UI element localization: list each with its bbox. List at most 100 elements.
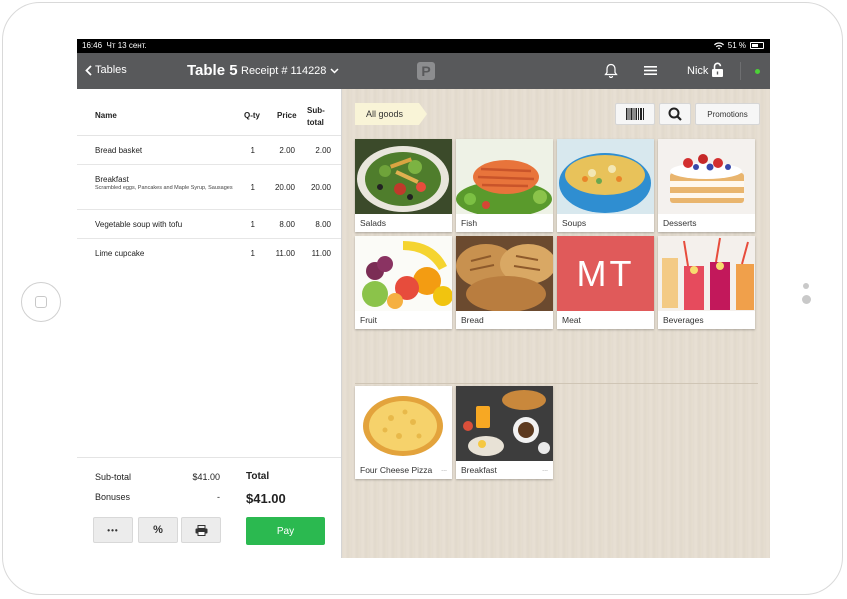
item-name: Breakfast — [95, 175, 129, 184]
discount-button[interactable]: % — [138, 517, 178, 543]
item-name: Vegetable soup with tofu — [95, 220, 182, 229]
salads-image — [355, 139, 452, 214]
category-label: Fruit — [360, 315, 377, 325]
product-more: ... — [441, 466, 447, 473]
barcode-scan-button[interactable] — [615, 103, 655, 125]
order-row[interactable]: Lime cupcake 1 11.00 11.00 — [77, 239, 341, 268]
back-to-tables-button[interactable]: Tables — [85, 64, 127, 76]
app-logo: P — [417, 62, 435, 80]
category-tile-salads[interactable]: Salads — [355, 139, 452, 232]
fish-image — [456, 139, 553, 214]
meat-initials: MT — [577, 253, 635, 295]
online-status-dot — [755, 69, 760, 74]
meat-placeholder: MT — [557, 236, 654, 311]
app-screen: 16:46 Чт 13 сент. 51 % Tables Table 5 Re… — [77, 39, 770, 558]
fruit-image — [355, 236, 452, 311]
more-options-button[interactable]: ••• — [93, 517, 133, 543]
soups-image — [557, 139, 654, 214]
menu-icon[interactable] — [644, 65, 657, 76]
desserts-image — [658, 139, 755, 214]
all-goods-breadcrumb[interactable]: All goods — [355, 103, 427, 125]
status-bar: 16:46 Чт 13 сент. 51 % — [77, 39, 770, 53]
category-label: Bread — [461, 315, 484, 325]
item-subtotal: 20.00 — [297, 183, 331, 192]
user-name[interactable]: Nick — [687, 65, 708, 77]
category-label: Beverages — [663, 315, 704, 325]
category-tile-fish[interactable]: Fish — [456, 139, 553, 232]
product-tile-breakfast[interactable]: Breakfast ... — [456, 386, 553, 479]
promotions-button[interactable]: Promotions — [695, 103, 760, 125]
battery-icon — [750, 42, 764, 49]
table-title: Table 5 — [187, 62, 238, 79]
chevron-down-icon — [330, 68, 339, 74]
item-qty: 1 — [235, 146, 255, 155]
sensor-dot — [802, 295, 811, 304]
subtotal-value: $41.00 — [180, 472, 220, 482]
item-description: Scrambled eggs, Pancakes and Maple Syrup… — [95, 185, 235, 192]
item-qty: 1 — [235, 220, 255, 229]
product-more: ... — [542, 466, 548, 473]
item-name: Lime cupcake — [95, 249, 144, 258]
top-nav-bar: Tables Table 5 Receipt # 114228 P Nick — [77, 53, 770, 89]
order-panel: Name Q-ty Price Sub-total Bread basket 1… — [77, 89, 342, 558]
item-subtotal: 8.00 — [297, 220, 331, 229]
more-icon: ••• — [107, 526, 118, 535]
category-label: Meat — [562, 315, 581, 325]
category-label: Salads — [360, 218, 386, 228]
catalog-panel: All goods Promotions Salads — [342, 89, 770, 558]
subtotal-label: Sub-total — [95, 472, 131, 482]
category-label: Fish — [461, 218, 477, 228]
status-date: Чт 13 сент. — [106, 41, 146, 50]
all-goods-label: All goods — [366, 109, 403, 119]
product-tile-four-cheese-pizza[interactable]: Four Cheese Pizza ... — [355, 386, 452, 479]
pay-button[interactable]: Pay — [246, 517, 325, 545]
breakfast-image — [456, 386, 553, 461]
percent-icon: % — [153, 524, 163, 536]
total-label: Total — [246, 471, 269, 482]
status-time: 16:46 — [82, 41, 102, 50]
barcode-icon — [626, 108, 644, 120]
battery-percent: 51 % — [728, 41, 746, 50]
search-button[interactable] — [659, 103, 691, 125]
home-button[interactable] — [21, 282, 61, 322]
item-subtotal: 2.00 — [297, 146, 331, 155]
pizza-image — [355, 386, 452, 461]
category-tile-desserts[interactable]: Desserts — [658, 139, 755, 232]
camera-dot — [803, 283, 809, 289]
product-label: Breakfast — [461, 465, 497, 475]
col-name-header: Name — [95, 111, 117, 120]
bread-image — [456, 236, 553, 311]
item-price: 11.00 — [259, 249, 295, 258]
category-tile-beverages[interactable]: Beverages — [658, 236, 755, 329]
category-tile-fruit[interactable]: Fruit — [355, 236, 452, 329]
print-button[interactable] — [181, 517, 221, 543]
item-price: 20.00 — [259, 183, 295, 192]
category-tile-bread[interactable]: Bread — [456, 236, 553, 329]
item-name: Bread basket — [95, 146, 142, 155]
wifi-icon — [714, 42, 724, 50]
item-qty: 1 — [235, 249, 255, 258]
category-tile-soups[interactable]: Soups — [557, 139, 654, 232]
bonuses-value: - — [180, 492, 220, 502]
col-qty-header: Q-ty — [244, 111, 260, 120]
beverages-image — [658, 236, 755, 311]
item-price: 2.00 — [259, 146, 295, 155]
item-qty: 1 — [235, 183, 255, 192]
category-tile-meat[interactable]: MT Meat — [557, 236, 654, 329]
receipt-selector[interactable]: Receipt # 114228 — [241, 65, 339, 77]
order-row[interactable]: Vegetable soup with tofu 1 8.00 8.00 — [77, 210, 341, 239]
bell-icon[interactable] — [604, 63, 618, 78]
order-row[interactable]: Bread basket 1 2.00 2.00 — [77, 136, 341, 165]
product-label: Four Cheese Pizza — [360, 465, 432, 475]
item-subtotal: 11.00 — [297, 249, 331, 258]
catalog-divider — [355, 383, 758, 384]
nav-separator — [740, 62, 741, 80]
category-label: Desserts — [663, 218, 697, 228]
item-price: 8.00 — [259, 220, 295, 229]
col-price-header: Price — [277, 111, 297, 120]
printer-icon — [195, 525, 208, 536]
back-label: Tables — [95, 64, 127, 76]
receipt-number: Receipt # 114228 — [241, 65, 326, 77]
order-row[interactable]: Breakfast Scrambled eggs, Pancakes and M… — [77, 165, 341, 210]
unlock-icon[interactable] — [711, 62, 724, 78]
